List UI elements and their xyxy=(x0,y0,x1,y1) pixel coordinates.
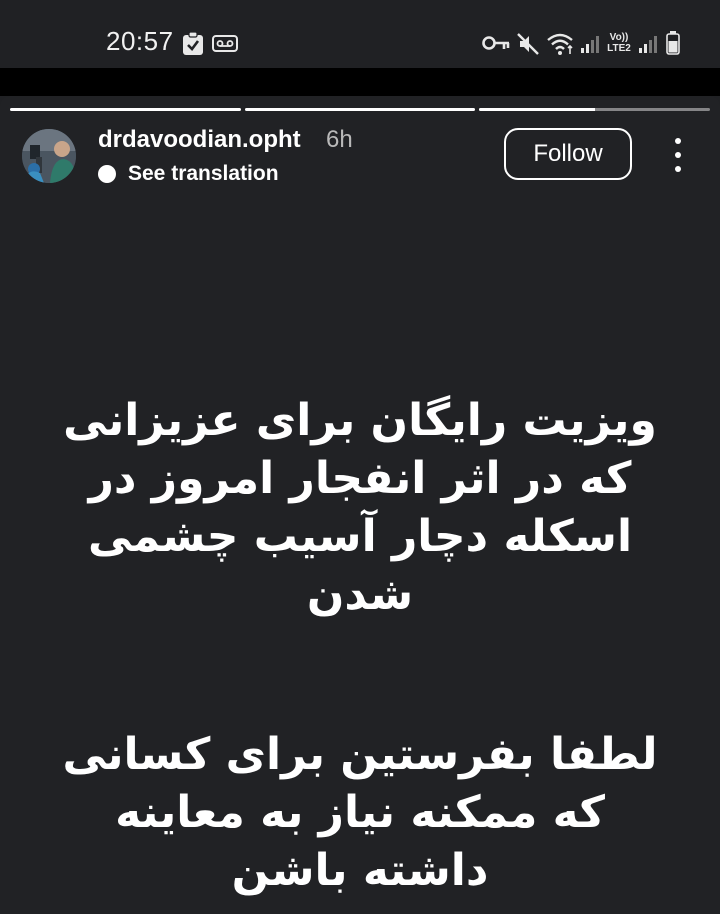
story-text-paragraph-2: لطفا بفرستین برای کسانی که ممکنه نیاز به… xyxy=(60,726,660,900)
username[interactable]: drdavoodian.opht xyxy=(98,126,301,154)
story-progress-1 xyxy=(10,108,241,111)
story-progress-2 xyxy=(245,108,475,111)
clipboard-check-icon xyxy=(183,32,203,55)
dot xyxy=(675,152,681,158)
story-text-line: که ممکنه نیاز به معاینه xyxy=(115,787,605,838)
voicemail-icon xyxy=(212,35,238,52)
lte-label: LTE2 xyxy=(607,43,631,54)
see-translation-label: See translation xyxy=(128,162,279,185)
avatar-image xyxy=(22,129,76,183)
story-text-line: لطفا بفرستین برای کسانی xyxy=(62,729,658,780)
story-progress-fill xyxy=(245,108,475,111)
story-text-line: شدن xyxy=(306,569,414,620)
story-text-line: که در اثر انفجار امروز در xyxy=(88,453,632,504)
vpn-key-icon xyxy=(482,36,510,50)
story-text-paragraph-1: ویزیت رایگان برای عزیزانی که در اثر انفج… xyxy=(60,392,660,624)
avatar[interactable] xyxy=(22,129,76,183)
dot xyxy=(675,138,681,144)
story-text-line: ویزیت رایگان برای عزیزانی xyxy=(63,395,657,446)
battery-icon xyxy=(666,31,680,55)
story-text-line: داشته باشن xyxy=(231,845,489,896)
more-options-icon[interactable] xyxy=(668,138,688,172)
status-time: 20:57 xyxy=(106,26,174,56)
network-type-label: Vo)) LTE2 xyxy=(604,32,634,54)
story-text-line: اسکله دچار آسیب چشمی xyxy=(87,511,633,562)
story-progress-3 xyxy=(479,108,710,111)
status-bar: 20:57 Vo)) LTE2 xyxy=(0,0,720,68)
follow-button[interactable]: Follow xyxy=(504,128,632,180)
story-progress-fill xyxy=(10,108,241,111)
signal-icon xyxy=(639,36,657,53)
mute-icon xyxy=(517,33,539,55)
signal-icon xyxy=(581,36,599,53)
dot xyxy=(675,166,681,172)
wifi-icon xyxy=(547,33,573,55)
time-ago: 6h xyxy=(326,126,353,153)
volte-label: Vo)) xyxy=(609,32,629,43)
translate-bubble-icon xyxy=(98,165,116,183)
status-bar-divider xyxy=(0,68,720,96)
story-progress-fill xyxy=(479,108,595,111)
see-translation-link[interactable]: See translation xyxy=(98,162,279,186)
story-viewer[interactable]: drdavoodian.opht 6h See translation Foll… xyxy=(0,96,720,914)
